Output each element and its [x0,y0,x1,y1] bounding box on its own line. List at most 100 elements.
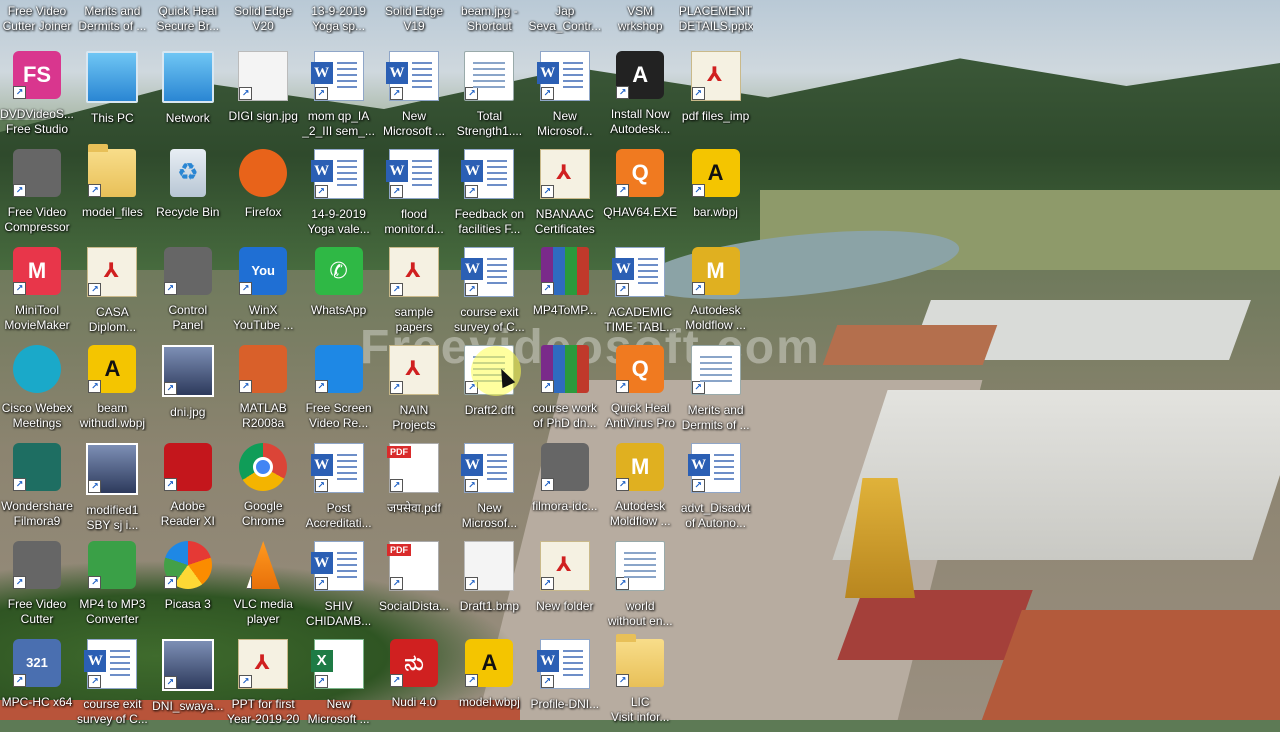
desktop-icon[interactable]: Network [151,48,225,144]
desktop-icon[interactable]: ⅄ ↗ New folder [528,538,602,634]
desktop-icon[interactable]: ನು ↗ Nudi 4.0 [377,636,451,732]
icon-label-line1: MATLAB [239,401,287,415]
icon-label: SHIV CHIDAMB... [302,599,376,629]
desktop-icon-top-3[interactable]: Solid Edge V20 [226,4,300,38]
shortcut-arrow-icon: ↗ [88,184,102,197]
desktop-icon[interactable]: M ↗ Autodesk Moldflow ... [603,440,677,536]
icon-label-line1: Free Video [7,4,67,18]
desktop-icon[interactable]: ⅄ ↗ CASA Diplom... [75,244,149,340]
icon-label-line1: Solid Edge [384,4,444,18]
desktop-icon[interactable]: ↗ DNI_swaya... [151,636,225,732]
desktop-icon[interactable]: ↗ filmora-idc... [528,440,602,536]
desktop-icon[interactable]: Cisco Webex Meetings [0,342,74,438]
desktop-icon[interactable]: ⅄ ↗ sample papers [377,244,451,340]
desktop-icon[interactable]: Firefox [226,146,300,242]
desktop-icon[interactable]: ↗ modified1 SBY sj i... [75,440,149,536]
desktop-icon[interactable]: ↗ model_files [75,144,149,242]
desktop-icon[interactable]: ♻ Recycle Bin [151,146,225,242]
desktop-icon[interactable]: ✆ WhatsApp [302,244,376,340]
desktop-icon[interactable]: PDF ↗ जपसेवा.pdf [377,440,451,536]
moldflow-icon: M ↗ [691,247,740,295]
desktop-icon[interactable]: ↗ Free Video Cutter [0,538,74,634]
desktop-icon-top-5[interactable]: Solid Edge V19 [377,4,451,38]
desktop-icon[interactable]: ↗ Draft1.bmp [452,538,526,634]
desktop-icon[interactable]: ⅄ ↗ PPT for first Year-2019-20 [226,636,300,732]
icon-label: world without en... [603,599,677,629]
desktop-icon-top-8[interactable]: VSM wrkshop [603,4,677,38]
desktop-icon[interactable]: ↗ Adobe Reader XI [151,440,225,536]
desktop-icon[interactable]: A ↗ bar.wbpj [679,146,753,242]
desktop-icon[interactable]: ↗ DIGI sign.jpg [226,48,300,144]
desktop-icon[interactable]: W ↗ SHIV CHIDAMB... [302,538,376,634]
desktop-icon[interactable]: This PC [75,48,149,144]
desktop-icon[interactable]: Q ↗ QHAV64.EXE [603,146,677,242]
icon-label: Adobe Reader XI [151,499,225,529]
desktop-icon[interactable]: ⅄ ↗ pdf files_imp [679,48,753,144]
icon-label: Recycle Bin [151,205,225,220]
desktop-icon[interactable]: W ↗ flood monitor.d... [377,146,451,242]
desktop-icon[interactable]: ⅄ ↗ NAIN Projects [377,342,451,438]
icon-label-line2: without en... [607,614,673,628]
desktop-icon[interactable]: ↗ VLC media player [226,538,300,634]
desktop-icon[interactable]: A ↗ model.wbpj [452,636,526,732]
icon-label: PPT for first Year-2019-20 [226,697,300,727]
desktop-icon-top-2[interactable]: Quick Heal Secure Br... [151,4,225,38]
icon-label: MP4ToMP... [528,303,602,318]
desktop-icon[interactable]: ↗ Total Strength1.... [452,48,526,144]
desktop-icon[interactable]: X ↗ New Microsoft ... [302,636,376,732]
desktop-icon[interactable]: W ↗ New Microsof... [528,48,602,144]
desktop-icon[interactable]: ↗ course work of PhD dn... [528,342,602,438]
desktop-icon[interactable]: ↗ Free Video Compressor [0,146,74,242]
icon-label-line2: of Autono... [685,516,746,530]
desktop-icon[interactable]: M ↗ Autodesk Moldflow ... [679,244,753,340]
icon-label-line2: Seva_Contr... [528,19,602,33]
word-document-icon: W ↗ [84,639,138,689]
desktop-icon[interactable]: FS ↗ DVDVideoS... Free Studio [0,48,74,144]
desktop-icon[interactable]: W ↗ ACADEMIC TIME-TABL... [603,244,677,340]
shortcut-arrow-icon: ↗ [13,282,26,295]
desktop-icon[interactable]: ↗ MP4ToMP... [528,244,602,340]
desktop-icon-top-6[interactable]: beam.jpg - Shortcut [452,4,526,38]
desktop-icon[interactable]: M ↗ MiniTool MovieMaker [0,244,74,340]
desktop-icon[interactable]: 321 ↗ MPC-HC x64 [0,636,74,732]
icon-label: course work of PhD dn... [528,401,602,431]
desktop-icon-top-0[interactable]: Free Video Cutter Joiner [0,4,74,38]
desktop-icon[interactable]: Google Chrome [226,440,300,536]
desktop-icon[interactable]: W ↗ New Microsoft ... [377,48,451,144]
desktop-icon[interactable]: W ↗ Feedback on facilities F... [452,146,526,242]
desktop-icon-top-1[interactable]: Merits and Dermits of ... [75,4,149,38]
desktop-icon[interactable]: W ↗ mom qp_IA _2_III sem_... [302,48,376,144]
icon-label-line1: Autodesk [690,303,741,317]
desktop-icon[interactable]: ↗ Picasa 3 [151,538,225,634]
desktop-icon[interactable]: W ↗ New Microsof... [452,440,526,536]
icon-label: This PC [75,111,149,126]
desktop-icon-top-9[interactable]: PLACEMENT DETAILS.pptx [679,4,753,38]
desktop-icon[interactable]: You ↗ WinX YouTube ... [226,244,300,340]
icon-label: SocialDista... [377,599,451,614]
desktop-icon[interactable]: Q ↗ Quick Heal AntiVirus Pro [603,342,677,438]
desktop-icon[interactable]: ↗ MP4 to MP3 Converter [75,538,149,634]
desktop-icon[interactable]: ↗ Free Screen Video Re... [302,342,376,438]
desktop-icon[interactable]: ↗ Merits and Dermits of ... [679,342,753,438]
desktop-icon[interactable]: ↗ world without en... [603,538,677,634]
desktop-icon[interactable]: ↗ Control Panel [151,244,225,340]
desktop-icon-top-4[interactable]: 13-9-2019 Yoga sp... [302,4,376,38]
desktop-icon[interactable]: W ↗ 14-9-2019 Yoga vale... [302,146,376,242]
icon-label-line2: Diplom... [88,320,137,334]
desktop-icon[interactable]: W ↗ course exit survey of C... [75,636,149,732]
desktop-icon[interactable]: ↗ Wondershare Filmora9 [0,440,74,536]
desktop-icon[interactable]: PDF ↗ SocialDista... [377,538,451,634]
desktop-icon[interactable]: ↗ MATLAB R2008a [226,342,300,438]
desktop-icon-top-7[interactable]: Jap Seva_Contr... [528,4,602,38]
icon-label-line1: MiniTool [14,303,59,317]
desktop-icon[interactable]: W ↗ Profile-DNI... [528,636,602,732]
desktop-icon[interactable]: ⅄ ↗ NBANAAC Certificates [528,146,602,242]
desktop-icon[interactable]: W ↗ Post Accreditati... [302,440,376,536]
desktop-icon[interactable]: W ↗ course exit survey of C... [452,244,526,340]
shortcut-arrow-icon: ↗ [13,184,26,197]
desktop-icon[interactable]: A ↗ Install Now Autodesk... [603,48,677,144]
desktop-icon[interactable]: A ↗ beam withudl.wbpj [75,342,149,438]
desktop-icon[interactable]: W ↗ advt_Disadvt of Autono... [679,440,753,536]
desktop-icon[interactable]: ↗ dni.jpg [151,342,225,438]
desktop-icon[interactable]: ↗ LIC Visit infor... [603,634,677,732]
